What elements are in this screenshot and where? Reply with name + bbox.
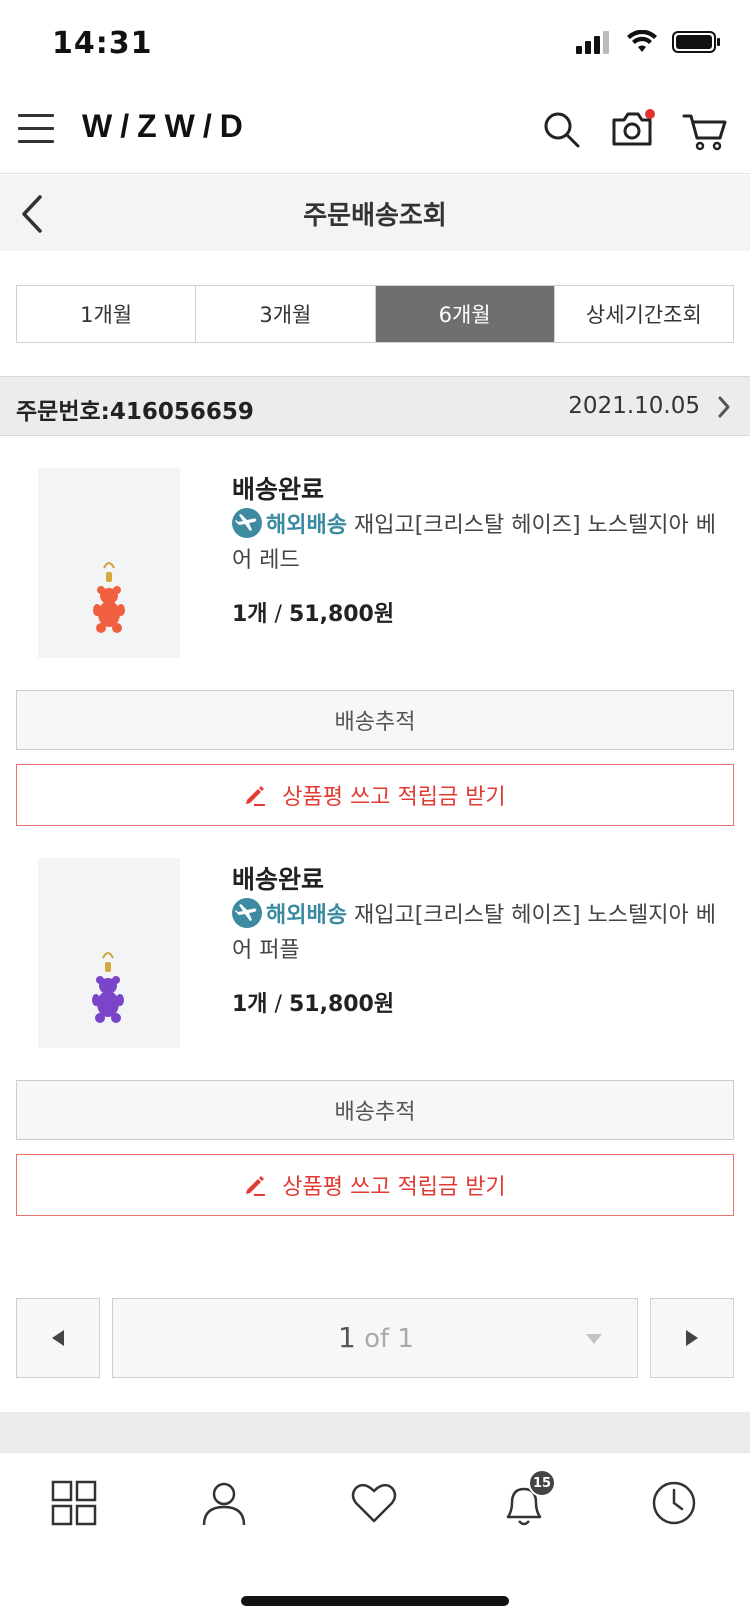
- app-header: W/ZW/D: [0, 92, 750, 174]
- nav-recent[interactable]: [650, 1479, 702, 1531]
- product-description[interactable]: 해외배송 재입고[크리스탈 헤이즈] 노스텔지아 베어 퍼플: [232, 898, 732, 968]
- page-indicator: 1 of 1: [113, 1321, 639, 1354]
- page-title-bar: 주문배송조회: [0, 175, 750, 251]
- delivery-status: 배송완료: [232, 475, 325, 504]
- tab-1-month[interactable]: 1개월: [17, 286, 197, 342]
- grid-icon: [51, 1480, 97, 1526]
- brand-logo[interactable]: W/ZW/D: [82, 108, 251, 145]
- notification-count-badge: 15: [528, 1469, 556, 1497]
- review-label: 상품평 쓰고 적립금 받기: [282, 785, 506, 810]
- home-indicator[interactable]: [241, 1596, 509, 1606]
- delivery-status: 배송완료: [232, 865, 325, 894]
- nav-category[interactable]: [50, 1479, 102, 1531]
- status-icons: [576, 30, 722, 54]
- page-total: of 1: [364, 1324, 414, 1354]
- price: 51,800원: [288, 992, 395, 1017]
- review-label: 상품평 쓰고 적립금 받기: [282, 1175, 506, 1200]
- heart-icon: [351, 1483, 397, 1523]
- quantity-price: 1개 / 51,800원: [232, 992, 395, 1017]
- nav-notifications[interactable]: 15: [500, 1469, 556, 1531]
- overseas-shipping-label: 해외배송: [266, 513, 347, 538]
- cart-icon[interactable]: [682, 110, 728, 152]
- search-icon[interactable]: [542, 110, 582, 150]
- product-description[interactable]: 해외배송 재입고[크리스탈 헤이즈] 노스텔지아 베어 레드: [232, 508, 732, 578]
- product-thumbnail[interactable]: [38, 468, 180, 658]
- camera-icon[interactable]: [610, 106, 656, 150]
- tab-custom-period[interactable]: 상세기간조회: [554, 286, 733, 342]
- hamburger-menu-icon[interactable]: [18, 114, 54, 146]
- quantity-price: 1개 / 51,800원: [232, 602, 395, 627]
- tab-3-months[interactable]: 3개월: [196, 286, 376, 342]
- period-tabs: 1개월 3개월 6개월 상세기간조회: [16, 285, 734, 343]
- write-review-button[interactable]: 상품평 쓰고 적립금 받기: [16, 764, 734, 826]
- pencil-icon: [246, 786, 266, 806]
- order-number: 주문번호:416056659: [16, 399, 254, 425]
- tab-6-months[interactable]: 6개월: [375, 286, 555, 342]
- nav-my-page[interactable]: [200, 1479, 252, 1531]
- gummy-bear-pendant-image: [92, 952, 124, 1023]
- battery-icon: [672, 31, 720, 53]
- current-page: 1: [338, 1321, 356, 1354]
- track-delivery-button[interactable]: 배송추적: [16, 1080, 734, 1140]
- quantity: 1개: [232, 602, 268, 627]
- airplane-icon: [232, 898, 262, 928]
- product-thumbnail[interactable]: [38, 858, 180, 1048]
- previous-page-button[interactable]: [16, 1298, 100, 1378]
- pencil-icon: [246, 1176, 266, 1196]
- nav-wishlist[interactable]: [350, 1479, 402, 1531]
- status-bar: 14:31: [0, 0, 750, 90]
- triangle-right-icon: [686, 1330, 698, 1346]
- clock-icon: [652, 1481, 696, 1525]
- airplane-icon: [232, 508, 262, 538]
- price: 51,800원: [288, 602, 395, 627]
- order-date: 2021.10.05: [568, 393, 700, 419]
- page-title: 주문배송조회: [303, 201, 447, 231]
- next-page-button[interactable]: [650, 1298, 734, 1378]
- quantity: 1개: [232, 992, 268, 1017]
- cellular-signal-icon: [576, 31, 609, 54]
- wifi-icon: [627, 30, 657, 52]
- chevron-right-icon: [718, 396, 730, 418]
- track-delivery-button[interactable]: 배송추적: [16, 690, 734, 750]
- order-header[interactable]: 주문번호:416056659 2021.10.05: [0, 376, 750, 436]
- overseas-shipping-label: 해외배송: [266, 903, 347, 928]
- user-icon: [202, 1482, 246, 1526]
- gummy-bear-pendant-image: [93, 562, 125, 633]
- triangle-left-icon: [52, 1330, 64, 1346]
- caret-down-icon: [586, 1334, 602, 1344]
- write-review-button[interactable]: 상품평 쓰고 적립금 받기: [16, 1154, 734, 1216]
- page-select[interactable]: 1 of 1: [112, 1298, 638, 1378]
- footer-notice-strip: [0, 1412, 750, 1452]
- status-time: 14:31: [52, 26, 153, 61]
